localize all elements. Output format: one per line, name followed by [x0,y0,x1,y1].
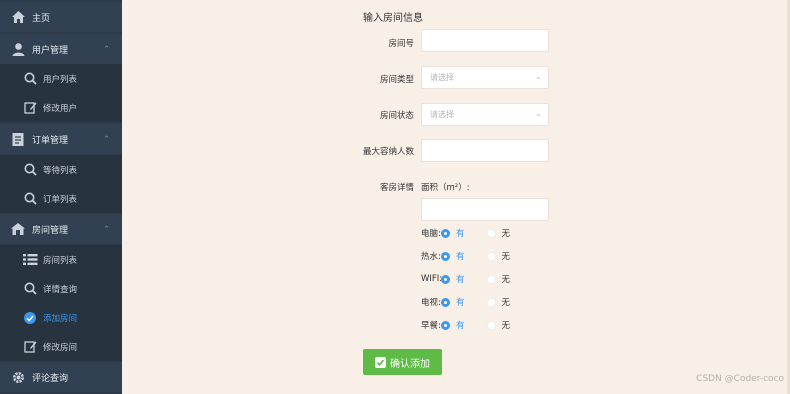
sidebar-item-label: 房间列表 [43,255,78,266]
user-icon [10,41,26,57]
max-capacity-input[interactable] [421,139,549,162]
room-type-select[interactable]: 请选择 ⌄ [421,66,549,89]
sidebar-item-label: 修改房间 [43,342,78,353]
option-label: 热水: [421,252,441,262]
chevron-up-icon: ⌃ [103,134,110,144]
search-icon [22,71,38,87]
room-status-label: 房间状态 [379,111,414,121]
gear-icon [10,369,26,385]
sidebar-item-waiting-list[interactable]: 等待列表 [0,155,122,184]
sidebar-item-label: 详情查询 [43,284,78,295]
document-icon [10,131,26,147]
sidebar-item-detail-query[interactable]: 详情查询 [0,274,122,303]
chevron-up-icon: ⌃ [103,224,110,234]
computer-no-radio[interactable]: 无 [486,227,510,239]
chevron-up-icon: ⌃ [103,44,110,54]
max-capacity-label: 最大容纳人数 [362,147,414,157]
chevron-down-icon: ⌄ [534,109,542,119]
search-icon [22,281,38,297]
sidebar-item-room-list[interactable]: 房间列表 [0,245,122,274]
sidebar-item-label: 用户列表 [43,74,78,85]
room-details-label: 客房详情 [379,183,414,193]
sidebar-item-label: 添加房间 [43,313,78,324]
area-label: 面积（m²）: [421,183,470,193]
breakfast-yes-radio[interactable]: 有 [441,319,465,331]
room-type-label: 房间类型 [379,75,414,85]
search-icon [22,191,38,207]
option-label: WIFI: [421,274,443,284]
sidebar-item-label: 订单列表 [43,194,78,205]
sidebar-item-reviews[interactable]: 评论查询 [0,362,122,392]
option-label: 电脑: [421,229,441,239]
hot-water-option: 热水: 有 无 [421,249,531,263]
home-icon [10,9,26,25]
room-type-placeholder: 请选择 [430,73,454,82]
sidebar-group-label: 用户管理 [32,45,69,56]
computer-option: 电脑: 有 无 [421,226,531,240]
confirm-add-label: 确认添加 [390,358,430,370]
sidebar-item-order-list[interactable]: 订单列表 [0,184,122,213]
add-icon [22,310,38,326]
tv-no-radio[interactable]: 无 [486,296,510,308]
edit-icon [22,100,38,116]
hot-water-yes-radio[interactable]: 有 [441,250,465,262]
tv-option: 电视: 有 无 [421,295,531,309]
wifi-yes-radio[interactable]: 有 [441,273,465,285]
sidebar-group-rooms[interactable]: 房间管理 ⌃ [0,214,122,244]
sidebar-item-label: 修改用户 [43,103,78,114]
sidebar-item-label: 等待列表 [43,165,78,176]
sidebar: 主页 用户管理 ⌃ 用户列表 修改用户 订单管理 ⌃ 等待列表 订单列表 房间管… [0,0,122,394]
option-label: 电视: [421,298,441,308]
sidebar-group-label: 订单管理 [32,135,69,146]
confirm-add-button[interactable]: 确认添加 [363,349,442,375]
sidebar-item-label: 主页 [32,13,51,24]
sidebar-item-home[interactable]: 主页 [0,2,122,32]
sidebar-group-orders[interactable]: 订单管理 ⌃ [0,124,122,154]
sidebar-item-label: 评论查询 [32,373,69,384]
edit-icon [22,339,38,355]
sidebar-item-edit-room[interactable]: 修改房间 [0,332,122,361]
sidebar-item-add-room[interactable]: 添加房间 [0,303,122,332]
sidebar-group-users[interactable]: 用户管理 ⌃ [0,34,122,64]
option-label: 早餐: [421,321,441,331]
sidebar-item-edit-user[interactable]: 修改用户 [0,93,122,122]
sidebar-group-label: 房间管理 [32,225,69,236]
chevron-down-icon: ⌄ [534,72,542,82]
wifi-option: WIFI: 有 无 [421,272,531,286]
wifi-no-radio[interactable]: 无 [486,273,510,285]
form-title: 输入房间信息 [363,13,423,24]
search-icon [22,162,38,178]
breakfast-option: 早餐: 有 无 [421,318,531,332]
watermark: CSDN @Coder-coco [696,374,784,384]
room-number-label: 房间号 [388,39,414,49]
room-status-select[interactable]: 请选择 ⌄ [421,103,549,126]
checkbox-icon [375,356,386,368]
room-status-placeholder: 请选择 [430,110,454,119]
sidebar-item-user-list[interactable]: 用户列表 [0,64,122,93]
house-icon [10,221,26,237]
tv-yes-radio[interactable]: 有 [441,296,465,308]
list-icon [22,252,38,268]
breakfast-no-radio[interactable]: 无 [486,319,510,331]
room-number-input[interactable] [421,29,549,52]
area-input[interactable] [421,198,549,221]
computer-yes-radio[interactable]: 有 [441,227,465,239]
hot-water-no-radio[interactable]: 无 [486,250,510,262]
